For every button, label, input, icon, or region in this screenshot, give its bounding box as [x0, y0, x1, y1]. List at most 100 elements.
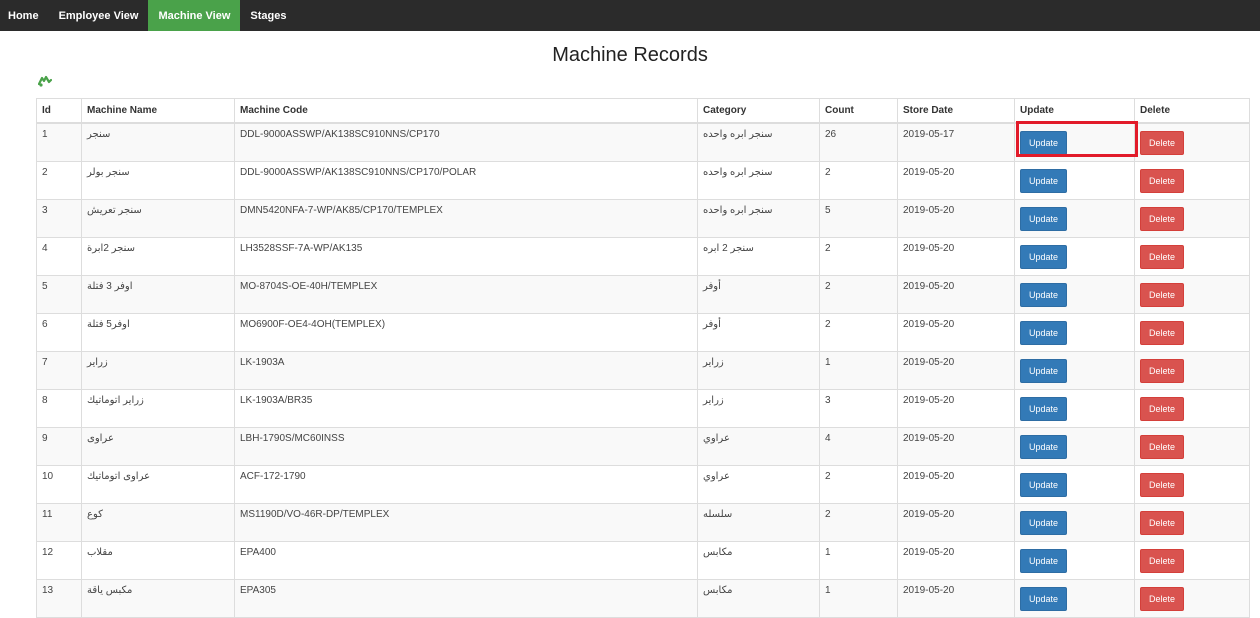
- cell-id: 5: [36, 275, 82, 314]
- cell-id: 6: [36, 313, 82, 352]
- update-button[interactable]: Update: [1020, 396, 1067, 421]
- header-store-date: Store Date: [897, 98, 1015, 124]
- cell-category: أوفر: [697, 313, 820, 352]
- update-button[interactable]: Update: [1020, 168, 1067, 193]
- cell-machine-name: عراوى اتوماتيك: [81, 465, 235, 504]
- cell-update: Update: [1014, 389, 1135, 428]
- cell-update: Update: [1014, 161, 1135, 200]
- update-button[interactable]: Update: [1020, 206, 1067, 231]
- cell-delete: Delete: [1134, 503, 1250, 542]
- update-button[interactable]: Update: [1020, 358, 1067, 383]
- cell-machine-name: زراير: [81, 351, 235, 390]
- cell-count: 2: [819, 503, 898, 542]
- table-row: 8 زراير اتوماتيك LK-1903A/BR35 زراير 3 2019-0…: [36, 389, 1250, 428]
- delete-button[interactable]: Delete: [1140, 206, 1184, 231]
- cell-count: 1: [819, 351, 898, 390]
- cell-machine-name: مكبس ياقة: [81, 579, 235, 618]
- update-button[interactable]: Update: [1020, 548, 1067, 573]
- cell-machine-code: MS1190D/VO-46R-DP/TEMPLEX: [234, 503, 698, 542]
- cell-store-date: 2019-05-20: [897, 465, 1015, 504]
- cell-count: 1: [819, 579, 898, 618]
- cell-count: 3: [819, 389, 898, 428]
- cell-delete: Delete: [1134, 465, 1250, 504]
- update-button[interactable]: Update: [1020, 244, 1067, 269]
- delete-button[interactable]: Delete: [1140, 358, 1184, 383]
- cell-update: Update: [1014, 579, 1135, 618]
- delete-button[interactable]: Delete: [1140, 396, 1184, 421]
- cell-category: عراوي: [697, 465, 820, 504]
- cell-machine-code: DMN5420NFA-7-WP/AK85/CP170/TEMPLEX: [234, 199, 698, 238]
- delete-button[interactable]: Delete: [1140, 510, 1184, 535]
- delete-button[interactable]: Delete: [1140, 586, 1184, 611]
- cell-update: Update: [1014, 427, 1135, 466]
- cell-delete: Delete: [1134, 161, 1250, 200]
- cell-count: 1: [819, 541, 898, 580]
- table-row: 5 اوفر 3 فتلة MO-8704S-OE-40H/TEMPLEX أوفر 2…: [36, 275, 1250, 314]
- update-button[interactable]: Update: [1020, 434, 1067, 459]
- delete-button[interactable]: Delete: [1140, 244, 1184, 269]
- cell-count: 2: [819, 465, 898, 504]
- cell-category: سلسله: [697, 503, 820, 542]
- delete-button[interactable]: Delete: [1140, 168, 1184, 193]
- delete-button[interactable]: Delete: [1140, 472, 1184, 497]
- cell-id: 2: [36, 161, 82, 200]
- table-row: 2 سنجر بولر DDL-9000ASSWP/AK138SC910NNS/CP…: [36, 161, 1250, 200]
- cell-update: Update: [1014, 313, 1135, 352]
- update-button[interactable]: Update: [1020, 586, 1067, 611]
- cell-update: Update: [1014, 351, 1135, 390]
- cell-category: عراوي: [697, 427, 820, 466]
- cell-machine-name: سنجر: [81, 122, 235, 162]
- nav-home[interactable]: Home: [0, 0, 49, 31]
- update-button[interactable]: Update: [1020, 472, 1067, 497]
- cell-store-date: 2019-05-20: [897, 199, 1015, 238]
- cell-delete: Delete: [1134, 275, 1250, 314]
- cell-machine-name: مقلاب: [81, 541, 235, 580]
- cell-id: 8: [36, 389, 82, 428]
- cell-update: Update: [1014, 122, 1135, 162]
- delete-button[interactable]: Delete: [1140, 548, 1184, 573]
- nav-employee-view[interactable]: Employee View: [49, 0, 149, 31]
- cell-store-date: 2019-05-20: [897, 427, 1015, 466]
- cell-store-date: 2019-05-20: [897, 503, 1015, 542]
- table-row: 12 مقلاب EPA400 مكابس 1 2019-05-20 Update Delet…: [36, 541, 1250, 580]
- nav-machine-view[interactable]: Machine View: [148, 0, 241, 31]
- cell-machine-name: زراير اتوماتيك: [81, 389, 235, 428]
- delete-button[interactable]: Delete: [1140, 434, 1184, 459]
- nav-stages[interactable]: Stages: [240, 0, 296, 31]
- header-id: Id: [36, 98, 82, 124]
- cell-update: Update: [1014, 237, 1135, 276]
- cell-machine-code: LK-1903A: [234, 351, 698, 390]
- cell-id: 11: [36, 503, 82, 542]
- update-button[interactable]: Update: [1020, 510, 1067, 535]
- cell-id: 9: [36, 427, 82, 466]
- header-delete: Delete: [1134, 98, 1250, 124]
- cell-count: 2: [819, 237, 898, 276]
- add-machine-icon[interactable]: [38, 75, 52, 87]
- cell-delete: Delete: [1134, 313, 1250, 352]
- cell-update: Update: [1014, 503, 1135, 542]
- cell-store-date: 2019-05-20: [897, 275, 1015, 314]
- cell-store-date: 2019-05-20: [897, 161, 1015, 200]
- cell-machine-code: ACF-172-1790: [234, 465, 698, 504]
- cell-machine-code: MO6900F-OE4-4OH(TEMPLEX): [234, 313, 698, 352]
- cell-id: 4: [36, 237, 82, 276]
- update-button[interactable]: Update: [1020, 130, 1067, 155]
- cell-store-date: 2019-05-20: [897, 541, 1015, 580]
- page-title: Machine Records: [552, 44, 708, 66]
- header-update: Update: [1014, 98, 1135, 124]
- cell-id: 7: [36, 351, 82, 390]
- delete-button[interactable]: Delete: [1140, 320, 1184, 345]
- update-button[interactable]: Update: [1020, 320, 1067, 345]
- delete-button[interactable]: Delete: [1140, 282, 1184, 307]
- cell-machine-name: سنجر تعريش: [81, 199, 235, 238]
- cell-machine-name: سنجر بولر: [81, 161, 235, 200]
- cell-delete: Delete: [1134, 427, 1250, 466]
- cell-category: سنجر ابره واحده: [697, 199, 820, 238]
- cell-machine-code: LBH-1790S/MC60INSS: [234, 427, 698, 466]
- cell-update: Update: [1014, 275, 1135, 314]
- delete-button[interactable]: Delete: [1140, 130, 1184, 155]
- cell-machine-code: EPA400: [234, 541, 698, 580]
- update-button[interactable]: Update: [1020, 282, 1067, 307]
- cell-id: 12: [36, 541, 82, 580]
- cell-machine-name: اوفر 3 فتلة: [81, 275, 235, 314]
